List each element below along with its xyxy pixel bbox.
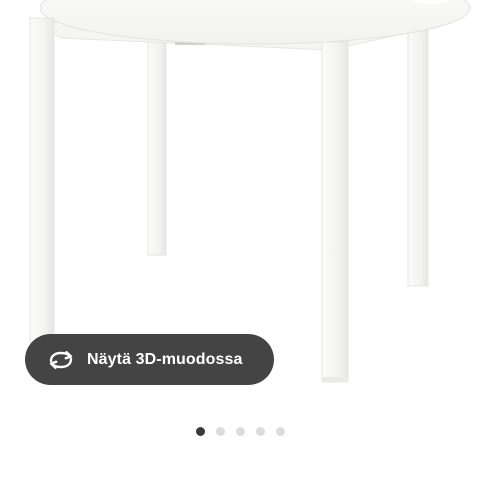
carousel-dot-1[interactable] [195, 426, 205, 436]
carousel-dot-2[interactable] [215, 426, 225, 436]
view-in-3d-button[interactable]: Näytä 3D-muodossa [25, 334, 274, 385]
carousel-dot-3[interactable] [235, 426, 245, 436]
view-in-3d-label: Näytä 3D-muodossa [87, 350, 243, 368]
carousel-dot-4[interactable] [255, 426, 265, 436]
rotate-360-icon [47, 346, 75, 374]
carousel-dot-5[interactable] [275, 426, 285, 436]
carousel-pagination [0, 424, 480, 438]
product-image-gallery: Näytä 3D-muodossa [0, 0, 480, 480]
